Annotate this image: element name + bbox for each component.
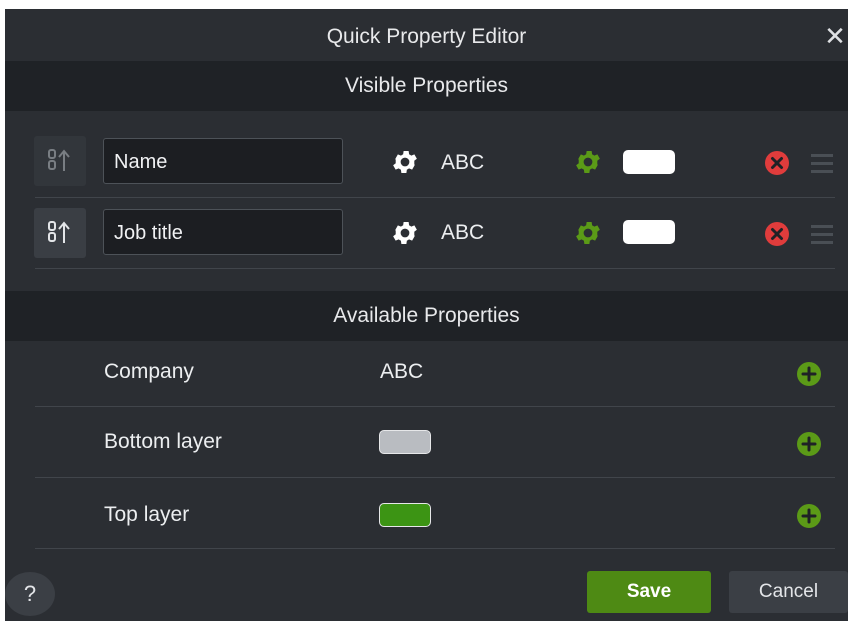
add-icon[interactable] xyxy=(796,431,822,457)
row-divider xyxy=(35,197,835,198)
available-properties-header: Available Properties xyxy=(5,291,848,341)
row-divider xyxy=(35,548,835,549)
remove-icon[interactable] xyxy=(764,150,790,176)
visible-properties-header: Visible Properties xyxy=(5,61,848,111)
drag-handle-icon[interactable] xyxy=(811,151,833,175)
gear-icon[interactable] xyxy=(390,218,420,248)
quick-property-editor-dialog: Quick Property Editor ✕ Visible Properti… xyxy=(5,9,848,621)
gear-icon[interactable] xyxy=(573,218,603,248)
color-swatch[interactable] xyxy=(623,220,675,244)
move-up-icon xyxy=(48,149,70,171)
dialog-titlebar: Quick Property Editor ✕ xyxy=(5,9,848,61)
add-icon[interactable] xyxy=(796,361,822,387)
cancel-button[interactable]: Cancel xyxy=(729,571,848,613)
remove-icon[interactable] xyxy=(764,221,790,247)
row-divider xyxy=(35,406,835,407)
available-item-value: ABC xyxy=(380,360,424,383)
color-swatch[interactable] xyxy=(379,430,431,454)
available-item-label: Company xyxy=(104,360,194,383)
reorder-button[interactable] xyxy=(34,136,86,186)
save-button[interactable]: Save xyxy=(587,571,711,613)
help-button[interactable]: ? xyxy=(5,572,55,616)
add-icon[interactable] xyxy=(796,503,822,529)
close-icon[interactable]: ✕ xyxy=(822,23,848,49)
gear-icon[interactable] xyxy=(390,147,420,177)
color-swatch[interactable] xyxy=(623,150,675,174)
available-item-label: Top layer xyxy=(104,503,190,526)
row-divider xyxy=(35,477,835,478)
dialog-title: Quick Property Editor xyxy=(326,25,527,48)
reorder-button[interactable] xyxy=(34,208,86,258)
property-type-label: ABC xyxy=(441,151,485,174)
drag-handle-icon[interactable] xyxy=(811,222,833,246)
move-up-icon xyxy=(48,221,70,243)
color-swatch[interactable] xyxy=(379,503,431,527)
row-divider xyxy=(35,268,835,269)
property-type-label: ABC xyxy=(441,221,485,244)
property-name-input[interactable]: Job title xyxy=(103,209,343,255)
gear-icon[interactable] xyxy=(573,147,603,177)
available-item-label: Bottom layer xyxy=(104,430,222,453)
property-name-input[interactable]: Name xyxy=(103,138,343,184)
